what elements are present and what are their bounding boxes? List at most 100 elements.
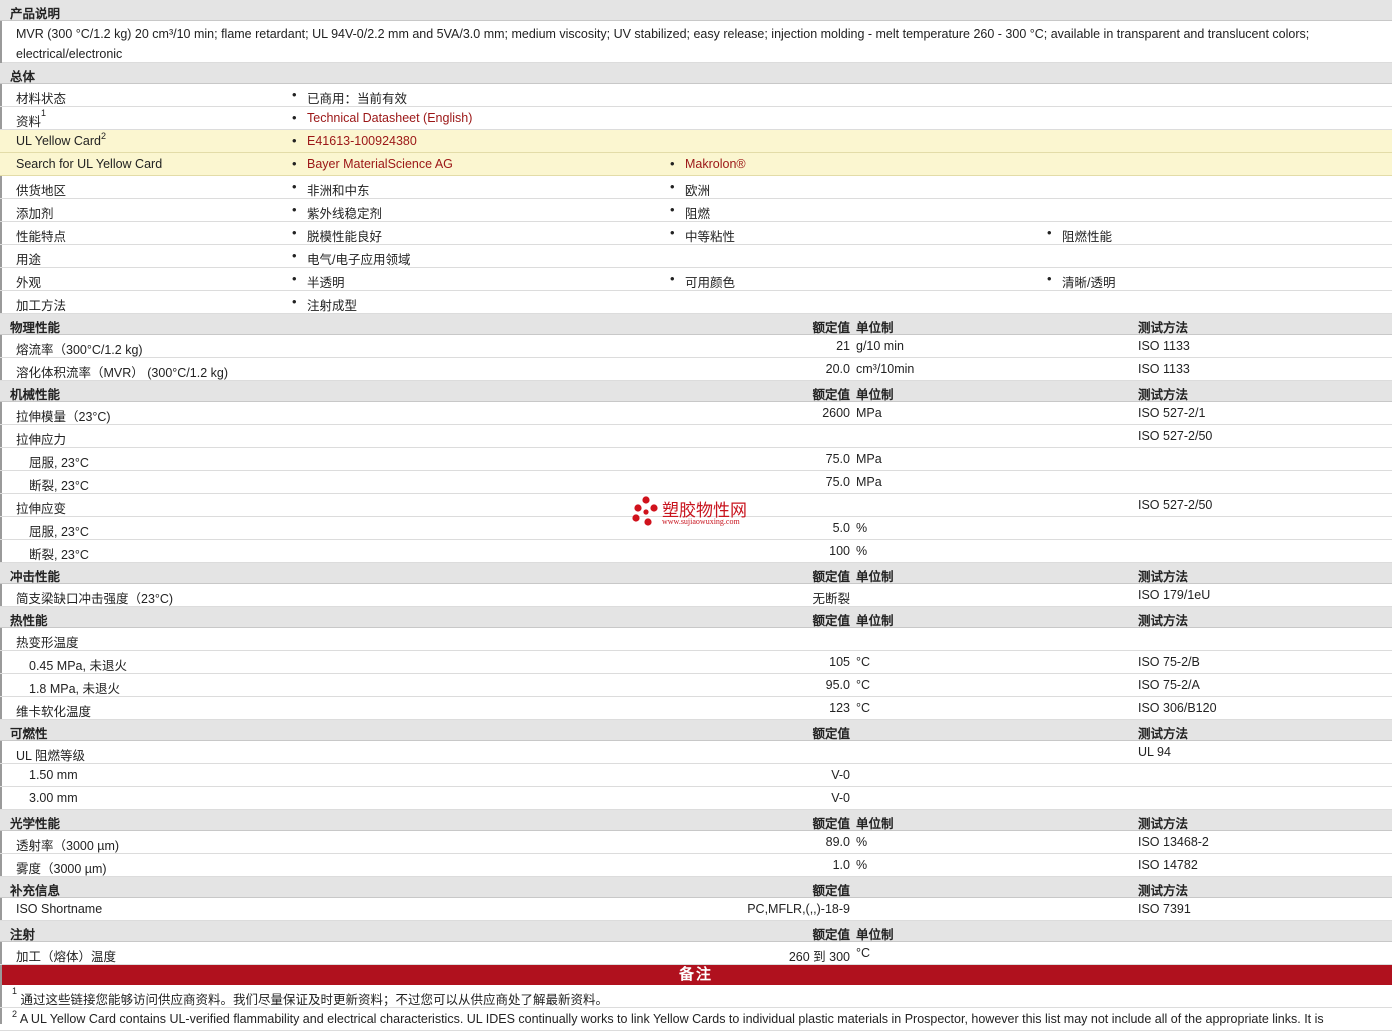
test-method: ISO 527-2/1 xyxy=(1138,406,1206,420)
column-header-value: 额定值 xyxy=(812,928,850,942)
general-row: 性能特点 脱模性能良好 中等粘性 阻燃性能 xyxy=(0,222,1392,245)
column-header-value: 额定值 xyxy=(812,321,850,335)
test-method: ISO 527-2/50 xyxy=(1138,498,1213,512)
property-label: 熔流率（300°C/1.2 kg) xyxy=(16,343,143,357)
general-row: 供货地区 非洲和中东 欧洲 xyxy=(0,176,1392,199)
footnote-text-wrap: 1 通过这些链接您能够访问供应商资料。我们尽量保证及时更新资料；不过您可以从供应… xyxy=(12,986,609,1007)
bullet-item: 半透明 xyxy=(292,271,344,291)
property-value: 75.0 xyxy=(825,475,850,489)
property-unit: % xyxy=(856,835,868,849)
property-label: 1.50 mm xyxy=(29,768,78,782)
column-header-unit: 单位制 xyxy=(856,321,894,335)
property-value: 260 到 300 xyxy=(788,950,850,964)
supplier-link[interactable]: E41613-100924380 xyxy=(292,133,417,148)
property-value: 无断裂 xyxy=(812,592,850,606)
property-label: 溶化体积流率（MVR） (300°C/1.2 kg) xyxy=(16,366,228,380)
product-description: MVR (300 °C/1.2 kg) 20 cm³/10 min; flame… xyxy=(0,21,1392,63)
property-row: 溶化体积流率（MVR） (300°C/1.2 kg) 20.0 cm³/10min I… xyxy=(0,358,1392,381)
row-label: 外观 xyxy=(16,272,41,291)
supplier-link[interactable]: Technical Datasheet (English) xyxy=(292,110,472,125)
test-method: ISO 7391 xyxy=(1138,902,1191,916)
row-label: 供货地区 xyxy=(16,180,66,199)
section-title: 热性能 xyxy=(10,614,48,628)
property-row: UL 阻燃等级 UL 94 xyxy=(0,741,1392,764)
property-value: 95.0 xyxy=(825,678,850,692)
property-row: 断裂, 23°C 100% xyxy=(0,540,1392,563)
supplier-link[interactable]: Bayer MaterialScience AG xyxy=(292,156,453,171)
site-watermark-logo: 塑胶物性网 www.sujiaowuxing.com xyxy=(632,496,772,530)
section-header: 物理性能 额定值 单位制 测试方法 xyxy=(0,314,1392,335)
property-row: 雾度（3000 µm) 1.0% ISO 14782 xyxy=(0,854,1392,877)
property-unit: MPa xyxy=(856,452,882,466)
column-header-test: 测试方法 xyxy=(1138,727,1189,741)
supplier-link[interactable]: Makrolon® xyxy=(670,156,746,171)
test-method: UL 94 xyxy=(1138,745,1171,759)
row-label: 材料状态 xyxy=(16,88,66,107)
column-header-value: 额定值 xyxy=(812,727,850,741)
property-unit: °C xyxy=(856,678,871,692)
bullet-item: 紫外线稳定剂 xyxy=(292,202,382,222)
property-row: 热变形温度 xyxy=(0,628,1392,651)
property-unit: cm³/10min xyxy=(856,362,915,376)
general-row: Search for UL Yellow Card Bayer MaterialS… xyxy=(0,153,1392,176)
property-row: 透射率（3000 µm) 89.0% ISO 13468-2 xyxy=(0,831,1392,854)
column-header-test: 测试方法 xyxy=(1138,570,1189,584)
property-value: 75.0 xyxy=(825,452,850,466)
property-row: 熔流率（300°C/1.2 kg) 21 g/10 min ISO 1133 xyxy=(0,335,1392,358)
section-title: 机械性能 xyxy=(10,388,61,402)
property-label: 透射率（3000 µm) xyxy=(16,839,120,853)
test-method: ISO 527-2/50 xyxy=(1138,429,1213,443)
property-value: 5.0 xyxy=(832,521,850,535)
column-header-unit: 单位制 xyxy=(856,388,894,402)
column-header-value: 额定值 xyxy=(812,817,850,831)
property-label: 拉伸模量（23°C) xyxy=(16,410,111,424)
property-value: PC,MFLR,(,,)-18-9 xyxy=(747,902,850,916)
property-label: 加工（熔体）温度 xyxy=(16,950,117,964)
property-value: 123 xyxy=(829,701,850,715)
footnote-text: 通过这些链接您能够访问供应商资料。我们尽量保证及时更新资料；不过您可以从供应商处… xyxy=(20,993,609,1007)
footnote-number: 2 xyxy=(12,1009,18,1019)
row-label: Search for UL Yellow Card xyxy=(16,157,162,171)
property-label: 维卡软化温度 xyxy=(16,705,92,719)
bullet-item: 注射成型 xyxy=(292,294,357,314)
row-label-text: 外观 xyxy=(16,276,42,290)
property-label: UL 阻燃等级 xyxy=(16,749,85,763)
column-header-unit: 单位制 xyxy=(856,614,894,628)
general-row: 材料状态 已商用：当前有效 xyxy=(0,84,1392,107)
bullet-item: 清晰/透明 xyxy=(1047,271,1116,291)
section-header: 光学性能 额定值 单位制 测试方法 xyxy=(0,810,1392,831)
footnote: 1 通过这些链接您能够访问供应商资料。我们尽量保证及时更新资料；不过您可以从供应… xyxy=(0,985,1392,1008)
notes-header: 备注 xyxy=(0,965,1392,985)
bullet-item: 脱模性能良好 xyxy=(292,225,382,245)
test-method: ISO 179/1eU xyxy=(1138,588,1211,602)
row-label-text: 供货地区 xyxy=(16,184,67,198)
property-unit: % xyxy=(856,521,868,535)
section-header-description: 产品说明 xyxy=(0,0,1392,21)
column-header-unit: 单位制 xyxy=(856,570,894,584)
property-value: 100 xyxy=(829,544,850,558)
property-row: 0.45 MPa, 未退火 105 °C ISO 75-2/B xyxy=(0,651,1392,674)
footnote-ref[interactable]: 2 xyxy=(101,131,106,141)
section-title: 冲击性能 xyxy=(10,570,61,584)
property-value: 1.0 xyxy=(832,858,850,872)
column-header-value: 额定值 xyxy=(812,570,850,584)
property-value: 20.0 xyxy=(825,362,850,376)
general-row: 添加剂 紫外线稳定剂 阻燃 xyxy=(0,199,1392,222)
property-value: V-0 xyxy=(831,768,850,782)
bullet-item: 阻燃性能 xyxy=(1047,225,1112,245)
footnote-ref[interactable]: 1 xyxy=(41,108,46,118)
property-row: 拉伸应力 ISO 527-2/50 xyxy=(0,425,1392,448)
test-method: ISO 75-2/B xyxy=(1138,655,1200,669)
row-label: 添加剂 xyxy=(16,203,54,222)
property-value: 2600 xyxy=(822,406,850,420)
section-header: 冲击性能 额定值 单位制 测试方法 xyxy=(0,563,1392,584)
section-title: 物理性能 xyxy=(10,321,61,335)
section-header: 热性能 额定值 单位制 测试方法 xyxy=(0,607,1392,628)
column-header-value: 额定值 xyxy=(812,884,850,898)
row-label-text: Search for UL Yellow Card xyxy=(16,157,163,171)
footnote-number: 1 xyxy=(12,986,18,996)
section-title: 注射 xyxy=(10,928,36,942)
row-label-text: 加工方法 xyxy=(16,299,67,313)
watermark-dots-icon xyxy=(632,496,658,526)
section-header: 注射 额定值 单位制 xyxy=(0,921,1392,942)
